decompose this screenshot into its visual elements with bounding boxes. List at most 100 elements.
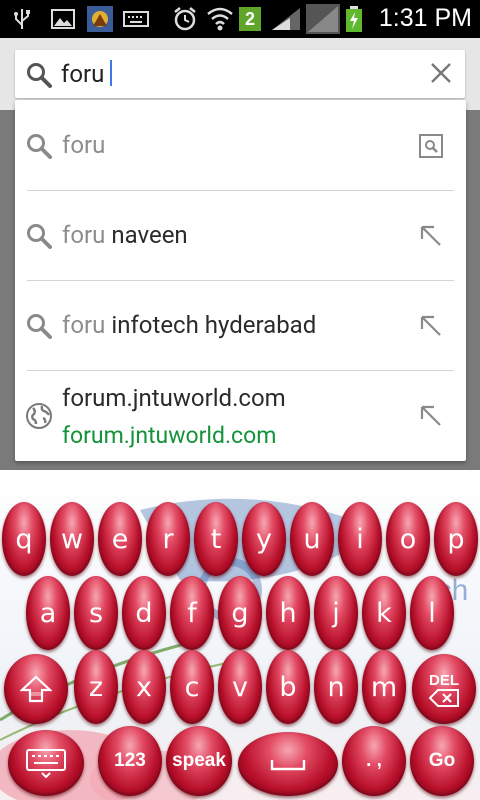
key-label: l [428,597,436,629]
suggestion-prefix: foru [62,311,106,339]
key-f[interactable]: f [170,576,214,650]
gallery-icon [50,6,76,32]
search-query-text: foru [61,60,105,88]
keyboard-icon [122,6,150,32]
key-label: r [162,523,174,555]
key-g[interactable]: g [218,576,262,650]
refine-arrow-icon[interactable] [418,223,444,249]
key-label: a [39,597,57,629]
suggestion-item[interactable]: foru naveen [15,190,466,280]
suggestion-title: forum.jntuworld.com [62,384,286,412]
suggestion-prefix: foru [62,131,106,159]
key-q[interactable]: q [2,502,46,576]
speak-key-label: speak [172,750,226,771]
signal-icon [270,6,302,32]
keyboard-settings-key[interactable] [8,730,84,796]
suggestion-prefix: foru [62,221,106,249]
numbers-key[interactable]: 123 [98,726,162,796]
keyboard: ech q w e r t y u i o p a s d f g h j k … [0,470,480,800]
text-cursor [110,60,113,86]
key-y[interactable]: y [242,502,286,576]
suggestion-item[interactable]: foru infotech hyderabad [15,280,466,370]
key-n[interactable]: n [314,650,358,724]
status-time: 1:31 PM [378,4,472,32]
go-key-label: Go [428,750,456,771]
delete-key[interactable]: DEL [412,654,476,724]
key-label: j [332,597,340,629]
search-input[interactable]: foru [61,60,113,88]
refine-arrow-icon[interactable] [418,313,444,339]
key-label: d [135,597,153,629]
key-label: t [210,523,222,555]
notification-count: 2 [239,7,261,31]
key-label: i [356,523,364,555]
key-t[interactable]: t [194,502,238,576]
key-p[interactable]: p [434,502,478,576]
key-label: y [256,523,272,555]
space-icon [270,760,306,771]
punctuation-key[interactable]: . , [342,726,406,796]
backspace-icon [429,688,459,707]
key-e[interactable]: e [98,502,142,576]
go-key[interactable]: Go [410,726,474,796]
suggestion-url: forum.jntuworld.com [62,422,277,449]
key-j[interactable]: j [314,576,358,650]
key-h[interactable]: h [266,576,310,650]
key-r[interactable]: r [146,502,190,576]
web-search-icon[interactable] [418,133,444,159]
space-key[interactable] [238,732,338,796]
key-label: w [60,523,84,555]
key-z[interactable]: z [74,650,118,724]
key-c[interactable]: c [170,650,214,724]
search-icon [25,132,53,160]
key-label: k [376,597,392,629]
key-label: z [88,671,104,703]
key-label: o [399,523,417,555]
key-label: b [279,671,297,703]
key-label: f [187,597,197,629]
key-v[interactable]: v [218,650,262,724]
suggestion-item[interactable]: forum.jntuworld.com forum.jntuworld.com [15,370,466,460]
suggestion-rest: infotech hyderabad [105,311,317,339]
key-label: v [232,671,248,703]
key-label: c [184,671,200,703]
suggestion-rest: naveen [105,221,188,249]
key-l[interactable]: l [410,576,454,650]
key-s[interactable]: s [74,576,118,650]
key-u[interactable]: u [290,502,334,576]
key-m[interactable]: m [362,650,406,724]
signal-2-icon [306,4,340,34]
key-i[interactable]: i [338,502,382,576]
key-a[interactable]: a [26,576,70,650]
usb-icon [12,6,32,32]
key-label: q [15,523,33,555]
search-box[interactable]: foru [15,50,465,98]
key-label: m [370,671,398,703]
alarm-icon [172,6,198,32]
search-icon [25,312,53,340]
key-x[interactable]: x [122,650,166,724]
search-icon [25,61,53,93]
shift-icon [20,675,52,703]
key-b[interactable]: b [266,650,310,724]
key-w[interactable]: w [50,502,94,576]
key-o[interactable]: o [386,502,430,576]
key-label: s [88,597,104,629]
key-label: p [447,523,465,555]
keyboard-icon [26,749,66,778]
speak-key[interactable]: speak [166,726,232,796]
key-k[interactable]: k [362,576,406,650]
numbers-key-label: 123 [114,750,146,771]
shift-key[interactable] [4,654,68,724]
search-icon [25,222,53,250]
close-icon[interactable] [429,61,453,85]
key-d[interactable]: d [122,576,166,650]
wifi-icon [206,6,234,32]
globe-icon [25,402,53,430]
key-label: n [327,671,345,703]
data-2-icon: 2 [238,6,262,32]
game-app-icon [86,6,114,32]
suggestion-item[interactable]: foru [15,100,466,190]
refine-arrow-icon[interactable] [418,403,444,429]
punctuation-key-label: . , [366,750,382,771]
